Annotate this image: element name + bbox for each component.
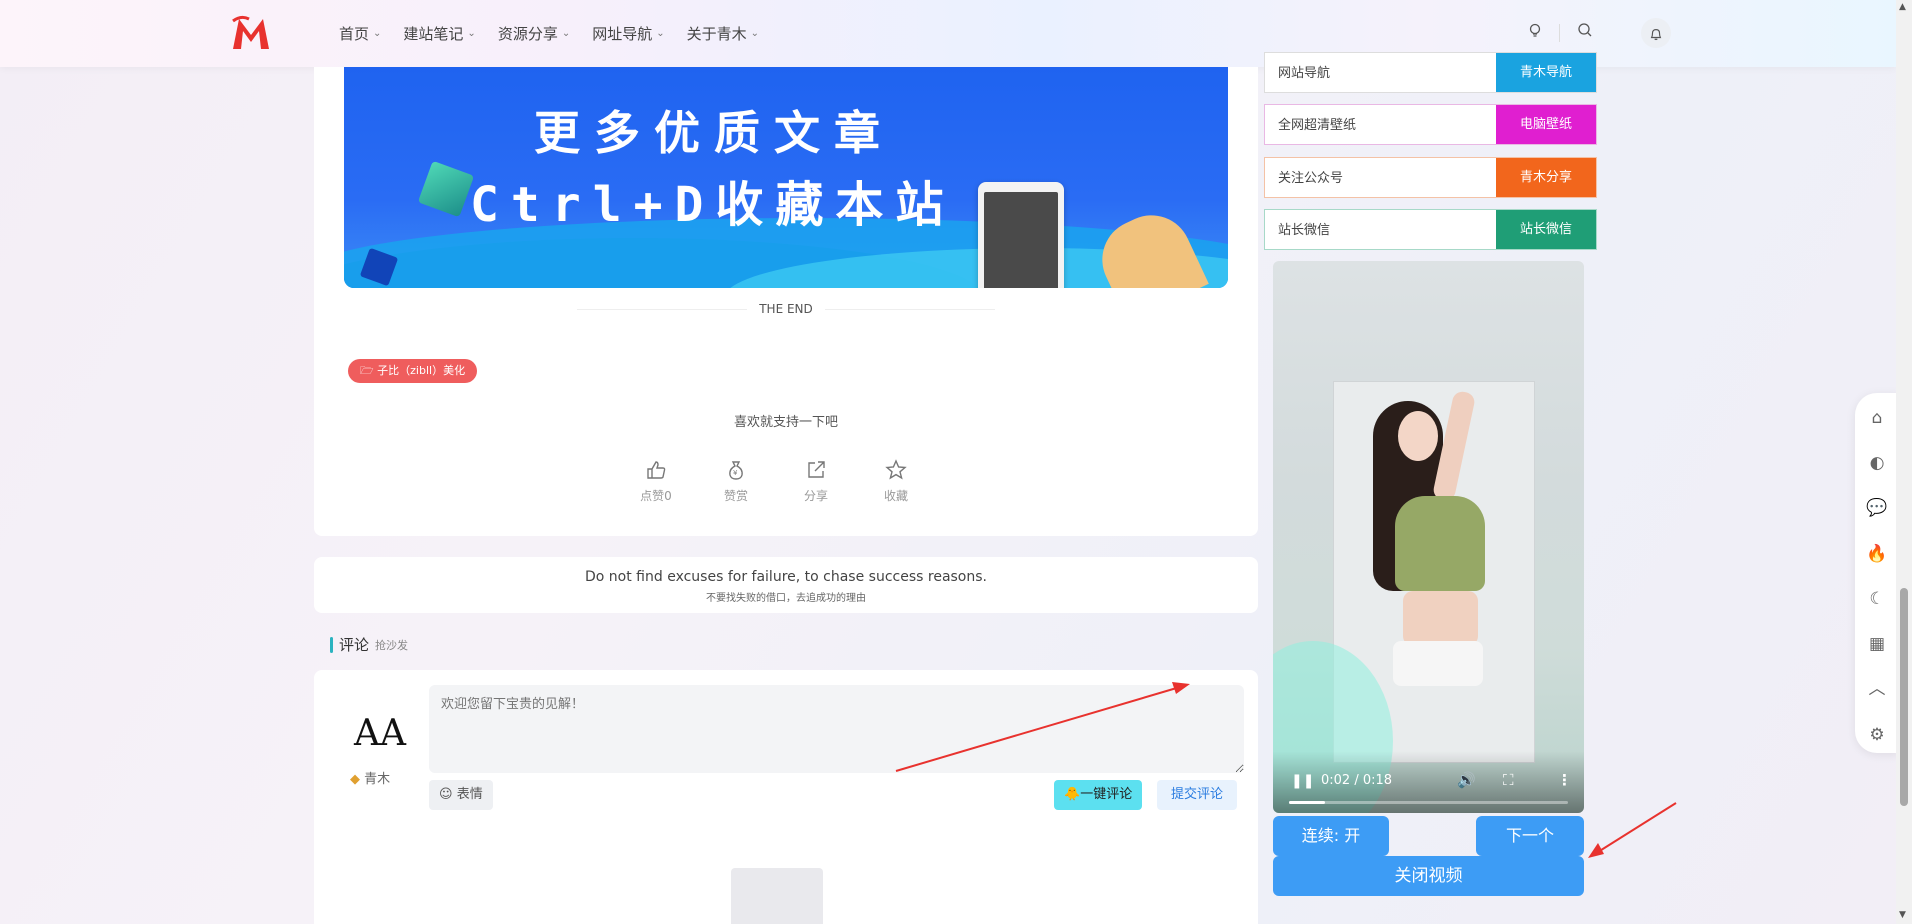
home-icon[interactable]: ⌂	[1855, 403, 1899, 433]
chick-icon: 🐥	[1064, 787, 1081, 802]
nav-item-navigation[interactable]: 网址导航 ⌄	[592, 23, 664, 44]
category-tag[interactable]: 🗁 子比（zibll）美化	[348, 359, 478, 383]
sidebar-link-admin-wechat-button[interactable]: 站长微信	[1496, 210, 1596, 249]
favorite-button[interactable]: 收藏	[874, 459, 918, 504]
header-divider	[1559, 24, 1560, 42]
search-icon[interactable]	[1574, 22, 1596, 44]
next-video-button[interactable]: 下一个	[1476, 816, 1584, 856]
sidebar-link-wallpaper: 全网超清壁纸 电脑壁纸	[1264, 104, 1597, 145]
floating-toolbar: ⌂ ◐ 💬 🔥 ☾ ▦ ︿ ⚙	[1855, 393, 1899, 753]
like-button[interactable]: 点赞0	[634, 459, 678, 504]
chevron-down-icon: ⌄	[467, 28, 476, 39]
comment-textarea[interactable]	[429, 685, 1244, 773]
chat-icon[interactable]: 💬	[1855, 493, 1899, 523]
site-logo[interactable]	[231, 15, 271, 51]
the-end-divider: THE END	[314, 302, 1258, 316]
comments-heading: 评论 抢沙发	[330, 634, 408, 655]
scroll-up-arrow[interactable]: ▲	[1899, 2, 1906, 12]
video-controls: ❚❚ 0:02 / 0:18 🔊 ⛶ ⋮	[1273, 751, 1584, 813]
svg-text:¥: ¥	[733, 469, 738, 477]
sidebar-link-wechat-official: 关注公众号 青木分享	[1264, 157, 1597, 198]
video-progress-bar[interactable]	[1289, 801, 1568, 804]
chevron-down-icon: ⌄	[561, 28, 571, 39]
star-icon	[874, 459, 918, 487]
money-bag-icon: ¥	[714, 459, 758, 487]
gear-icon[interactable]: ⚙	[1855, 720, 1899, 750]
moon-icon[interactable]: ☾	[1855, 584, 1899, 614]
submit-comment-button[interactable]: 提交评论	[1157, 780, 1238, 810]
volume-icon[interactable]: 🔊	[1457, 771, 1476, 789]
sidebar-link-wallpaper-button[interactable]: 电脑壁纸	[1496, 105, 1596, 144]
nav-item-resources[interactable]: 资源分享 ⌄	[498, 23, 570, 44]
browser-icon[interactable]: ◐	[1855, 448, 1899, 478]
emoji-button[interactable]: ☺ 表情	[429, 780, 493, 810]
comment-form-card: AA ◆ 青木 ☺ 表情 🐥一键评论 提交评论	[314, 670, 1258, 924]
share-icon	[794, 459, 838, 487]
vip-gem-icon: ◆	[350, 772, 360, 787]
nav-item-about[interactable]: 关于青木 ⌄	[687, 23, 759, 44]
video-progress-fill	[1289, 801, 1326, 804]
article-actions: 点赞0 ¥ 赞赏 分享 收藏	[634, 459, 918, 504]
comment-username: ◆ 青木	[350, 772, 391, 787]
quote-chinese: 不要找失败的借口，去追成功的理由	[706, 593, 866, 604]
sidebar-link-wechat-official-button[interactable]: 青木分享	[1496, 158, 1596, 197]
theme-icon[interactable]	[1524, 22, 1546, 44]
banner-subtitle: Ctrl+D收藏本站	[470, 177, 956, 233]
chevron-down-icon: ⌄	[373, 28, 382, 39]
nav-item-home[interactable]: 首页 ⌄	[339, 23, 381, 44]
scrollbar-thumb[interactable]	[1900, 588, 1908, 806]
sidebar-link-admin-wechat: 站长微信 站长微信	[1264, 209, 1597, 250]
heading-accent-bar	[330, 636, 333, 653]
promo-banner: 更多优质文章 Ctrl+D收藏本站	[344, 67, 1228, 288]
quote-card: Do not find excuses for failure, to chas…	[314, 557, 1258, 613]
fullscreen-icon[interactable]: ⛶	[1503, 771, 1514, 789]
continuous-play-button[interactable]: 连续: 开	[1273, 816, 1389, 856]
reward-button[interactable]: ¥ 赞赏	[714, 459, 758, 504]
main-nav: 首页 ⌄ 建站笔记 ⌄ 资源分享 ⌄ 网址导航 ⌄ 关于青木 ⌄	[339, 0, 759, 67]
banner-title: 更多优质文章	[534, 106, 894, 160]
folder-icon: 🗁	[360, 364, 378, 377]
chevron-down-icon: ⌄	[750, 28, 760, 39]
thumbs-up-icon	[634, 459, 678, 487]
support-text: 喜欢就支持一下吧	[733, 415, 838, 430]
phone-illustration	[978, 182, 1064, 288]
empty-box-icon	[731, 868, 823, 924]
close-video-button[interactable]: 关闭视频	[1273, 856, 1584, 896]
sidebar-link-nav: 网站导航 青木导航	[1264, 52, 1597, 93]
chevron-down-icon: ⌄	[656, 28, 665, 39]
chevron-up-icon[interactable]: ︿	[1855, 674, 1899, 704]
quote-english: Do not find excuses for failure, to chas…	[585, 569, 987, 585]
video-player[interactable]: ❚❚ 0:02 / 0:18 🔊 ⛶ ⋮	[1273, 261, 1584, 813]
more-options-icon[interactable]: ⋮	[1557, 771, 1572, 789]
cube-decoration	[417, 160, 475, 218]
quick-comment-button[interactable]: 🐥一键评论	[1054, 780, 1143, 810]
smiley-icon: ☺	[439, 787, 457, 802]
avatar: AA	[354, 713, 406, 754]
top-header: 首页 ⌄ 建站笔记 ⌄ 资源分享 ⌄ 网址导航 ⌄ 关于青木 ⌄	[0, 0, 1896, 67]
hand-illustration	[1089, 202, 1209, 288]
bell-icon[interactable]	[1641, 18, 1671, 48]
share-button[interactable]: 分享	[794, 459, 838, 504]
scroll-down-arrow[interactable]: ▼	[1899, 910, 1906, 920]
sidebar-link-nav-button[interactable]: 青木导航	[1496, 53, 1596, 92]
pause-icon[interactable]: ❚❚	[1291, 773, 1314, 789]
annotation-arrow	[1588, 802, 1677, 858]
video-time: 0:02 / 0:18	[1321, 773, 1393, 788]
qrcode-icon[interactable]: ▦	[1855, 629, 1899, 659]
nav-item-notes[interactable]: 建站笔记 ⌄	[403, 23, 475, 44]
article-card: 更多优质文章 Ctrl+D收藏本站 THE END 🗁 子比（zibll）美化 …	[314, 67, 1258, 536]
fire-icon[interactable]: 🔥	[1855, 539, 1899, 569]
page-scrollbar[interactable]: ▲ ▼	[1896, 0, 1912, 924]
